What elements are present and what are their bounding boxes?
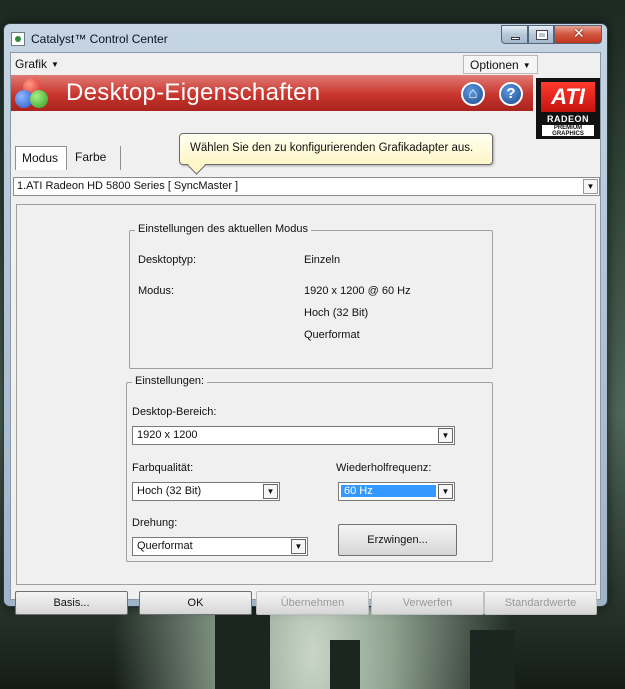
chevron-down-icon: ▼	[522, 61, 531, 70]
chevron-down-icon[interactable]: ▼	[263, 484, 278, 499]
maximize-button[interactable]	[528, 25, 554, 44]
adapter-tooltip: Wählen Sie den zu konfigurierenden Grafi…	[179, 133, 493, 165]
menu-grafik-label: Grafik	[15, 57, 48, 71]
desktop-type-value: Einzeln	[304, 254, 341, 266]
radeon-logo-text: RADEON	[546, 114, 589, 124]
help-icon[interactable]: ?	[499, 82, 523, 106]
color-quality-value: Hoch (32 Bit)	[137, 485, 202, 497]
force-button[interactable]: Erzwingen...	[338, 524, 457, 556]
minimize-button[interactable]	[501, 25, 528, 44]
chevron-down-icon[interactable]: ▼	[438, 484, 453, 499]
color-quality-label: Farbqualität:	[132, 462, 194, 474]
mode-resolution-value: 1920 x 1200 @ 60 Hz	[304, 285, 411, 297]
chevron-down-icon: ▼	[51, 60, 59, 69]
ok-button[interactable]: OK	[139, 591, 252, 615]
mode-orientation-value: Querformat	[304, 329, 360, 341]
desktop-area-value: 1920 x 1200	[137, 429, 198, 441]
home-icon[interactable]: ⌂	[461, 82, 485, 106]
rotation-label: Drehung:	[132, 517, 178, 529]
logo-dot-green	[30, 90, 48, 108]
tab-farbe[interactable]: Farbe	[69, 146, 121, 170]
menu-optionen[interactable]: Optionen ▼	[463, 55, 538, 74]
catalyst-logo-icon	[15, 78, 49, 110]
menu-bar: Grafik ▼ Optionen ▼	[11, 53, 600, 75]
modus-panel: Einstellungen des aktuellen Modus Deskto…	[16, 204, 596, 585]
desktop-area-label: Desktop-Bereich:	[132, 406, 217, 418]
background-spire-mid	[330, 640, 360, 689]
bottom-button-bar: Basis... OK Übernehmen Verwerfen Standar…	[11, 588, 600, 618]
chevron-down-icon[interactable]: ▼	[291, 539, 306, 554]
current-mode-legend: Einstellungen des aktuellen Modus	[135, 223, 312, 235]
defaults-button[interactable]: Standardwerte	[484, 591, 597, 615]
refresh-rate-label: Wiederholfrequenz:	[336, 462, 432, 474]
app-icon	[11, 32, 25, 46]
close-icon: ✕	[573, 26, 585, 42]
settings-legend: Einstellungen:	[132, 375, 208, 387]
refresh-rate-dropdown[interactable]: 60 Hz ▼	[338, 482, 455, 501]
discard-button[interactable]: Verwerfen	[371, 591, 484, 615]
client-area: Grafik ▼ Optionen ▼ Desktop-Eigenschaften …	[10, 52, 601, 615]
window-title: Catalyst™ Control Center	[31, 32, 168, 46]
settings-group: Einstellungen: Desktop-Bereich: 1920 x 1…	[126, 375, 493, 562]
adapter-selected-value: 1.ATI Radeon HD 5800 Series [ SyncMaster…	[17, 180, 239, 192]
page-title: Desktop-Eigenschaften	[66, 79, 321, 106]
rotation-dropdown[interactable]: Querformat ▼	[132, 537, 308, 556]
current-mode-group: Einstellungen des aktuellen Modus Deskto…	[129, 223, 493, 369]
catalyst-window: Catalyst™ Control Center ✕ Grafik ▼ Optio…	[3, 23, 608, 615]
ati-logo-text: ATI	[541, 82, 595, 112]
maximize-icon	[536, 30, 548, 40]
premium-graphics-text: PREMIUM GRAPHICS	[542, 125, 594, 137]
apply-button[interactable]: Übernehmen	[256, 591, 369, 615]
minimize-icon	[511, 37, 520, 40]
chevron-down-icon[interactable]: ▼	[438, 428, 453, 443]
menu-optionen-label: Optionen	[470, 58, 519, 72]
ati-radeon-logo: ATI RADEON PREMIUM GRAPHICS	[536, 78, 600, 139]
adapter-dropdown[interactable]: 1.ATI Radeon HD 5800 Series [ SyncMaster…	[13, 177, 600, 196]
desktop-type-label: Desktoptyp:	[138, 254, 197, 266]
color-quality-dropdown[interactable]: Hoch (32 Bit) ▼	[132, 482, 280, 501]
menu-grafik[interactable]: Grafik ▼	[15, 57, 59, 71]
mode-label: Modus:	[138, 285, 175, 297]
chevron-down-icon[interactable]: ▼	[583, 179, 598, 194]
desktop-area-dropdown[interactable]: 1920 x 1200 ▼	[132, 426, 455, 445]
refresh-rate-value: 60 Hz	[341, 485, 436, 497]
title-bar[interactable]: Catalyst™ Control Center ✕	[4, 24, 607, 52]
mode-color-value: Hoch (32 Bit)	[304, 307, 369, 319]
background-spire-right	[470, 630, 515, 689]
page-header: Desktop-Eigenschaften ⌂ ?	[11, 75, 533, 111]
tab-modus[interactable]: Modus	[15, 146, 67, 170]
close-button[interactable]: ✕	[554, 25, 602, 44]
rotation-value: Querformat	[137, 540, 193, 552]
basis-button[interactable]: Basis...	[15, 591, 128, 615]
